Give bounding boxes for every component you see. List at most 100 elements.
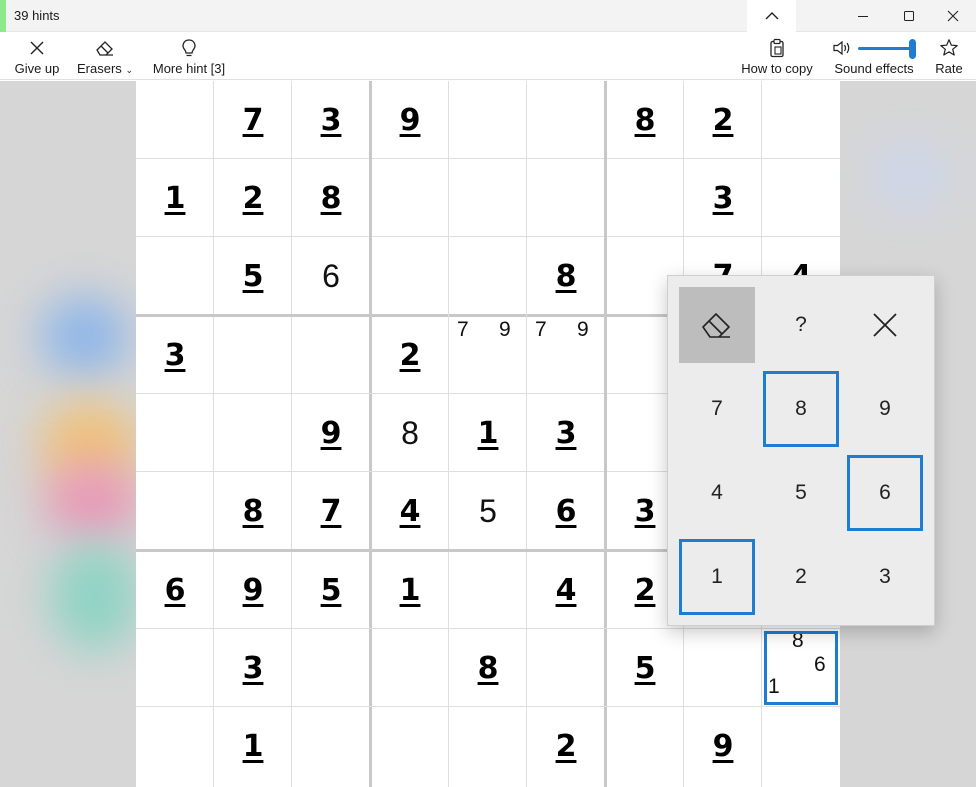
help-key[interactable]: ? [763,287,839,363]
digit-key[interactable]: 2 [763,539,839,615]
sudoku-cell[interactable] [449,237,527,315]
sudoku-cell[interactable]: 1 [214,707,292,785]
given-digit: 1 [164,180,186,216]
close-keypad-key[interactable] [847,287,923,363]
background-blob [50,541,140,651]
sound-effects-control: Sound effects [832,36,916,78]
sudoku-cell[interactable]: 7 [214,81,292,159]
sudoku-cell[interactable]: 9 [292,394,370,472]
sudoku-cell[interactable]: 8 [449,629,527,707]
sudoku-cell[interactable]: 8 [606,81,684,159]
maximize-button[interactable] [886,0,932,32]
sudoku-cell[interactable]: 9 [371,81,449,159]
sudoku-cell[interactable]: 2 [684,81,762,159]
give-up-button[interactable]: Give up [12,36,62,78]
sudoku-cell[interactable]: 8 [214,472,292,550]
volume-track [858,47,914,50]
sudoku-cell[interactable] [762,707,840,785]
sudoku-cell[interactable]: 79 [527,316,605,394]
sudoku-cell[interactable]: 8 [371,394,449,472]
sudoku-cell[interactable]: 5 [292,551,370,629]
sudoku-cell[interactable]: 6 [292,237,370,315]
sudoku-cell[interactable]: 4 [371,472,449,550]
eraser-key[interactable] [679,287,755,363]
sudoku-cell[interactable] [449,551,527,629]
sudoku-cell[interactable] [136,237,214,315]
sudoku-cell[interactable] [449,707,527,785]
digit-key[interactable]: 9 [847,371,923,447]
rate-button[interactable]: Rate [932,36,966,78]
minimize-button[interactable] [840,0,886,32]
sudoku-cell[interactable] [136,629,214,707]
close-icon [873,313,897,337]
sudoku-cell[interactable]: 5 [606,629,684,707]
sudoku-cell[interactable] [606,707,684,785]
sudoku-cell[interactable] [527,159,605,237]
digit-key[interactable]: 5 [763,455,839,531]
sudoku-cell[interactable]: 8 [527,237,605,315]
sudoku-cell[interactable]: 3 [136,316,214,394]
collapse-toolbar-button[interactable] [747,0,796,32]
sudoku-cell[interactable] [136,707,214,785]
close-window-button[interactable] [930,0,976,32]
how-to-copy-button[interactable]: How to copy [738,36,816,78]
sudoku-cell[interactable]: 3 [214,629,292,707]
sudoku-cell[interactable] [371,237,449,315]
more-hint-button[interactable]: More hint [3] [150,36,228,78]
sudoku-cell[interactable] [762,159,840,237]
sudoku-cell[interactable] [606,159,684,237]
sudoku-cell[interactable]: 79 [449,316,527,394]
sudoku-cell[interactable] [292,316,370,394]
sudoku-cell[interactable] [136,81,214,159]
sudoku-cell[interactable]: 9 [684,707,762,785]
speaker-icon[interactable] [832,39,852,57]
sudoku-cell[interactable]: 6 [527,472,605,550]
sudoku-cell[interactable]: 2 [214,159,292,237]
sudoku-cell[interactable] [214,394,292,472]
volume-thumb[interactable] [909,39,916,59]
sudoku-cell[interactable]: 5 [214,237,292,315]
number-keypad-popup: ? 7 8 9 4 5 6 1 2 3 [667,275,935,626]
sudoku-cell[interactable] [684,629,762,707]
sudoku-cell[interactable]: 1 [371,551,449,629]
sudoku-cell[interactable] [527,81,605,159]
sudoku-cell[interactable] [371,707,449,785]
sudoku-cell[interactable] [449,159,527,237]
sudoku-cell[interactable]: 3 [684,159,762,237]
close-icon [30,41,44,55]
sudoku-cell[interactable]: 3 [527,394,605,472]
given-digit: 7 [242,102,264,138]
digit-key[interactable]: 8 [763,371,839,447]
volume-slider[interactable] [858,39,916,59]
sudoku-cell[interactable]: 9 [214,551,292,629]
sudoku-cell[interactable] [762,81,840,159]
digit-key[interactable]: 4 [679,455,755,531]
sudoku-cell[interactable] [214,316,292,394]
sudoku-cell[interactable] [292,707,370,785]
selected-cell-outline [764,631,838,705]
sudoku-cell[interactable] [136,394,214,472]
digit-key[interactable]: 6 [847,455,923,531]
sudoku-cell[interactable]: 2 [527,707,605,785]
sudoku-cell[interactable]: 4 [527,551,605,629]
sudoku-cell[interactable]: 8 [292,159,370,237]
sudoku-cell[interactable]: 2 [371,316,449,394]
sudoku-cell[interactable] [371,159,449,237]
given-digit: 2 [242,180,264,216]
sudoku-cell[interactable]: 1 [136,159,214,237]
sudoku-cell[interactable] [136,472,214,550]
sudoku-cell[interactable]: 7 [292,472,370,550]
sudoku-cell[interactable]: 5 [449,472,527,550]
sudoku-cell[interactable]: 3 [292,81,370,159]
sudoku-cell[interactable] [371,629,449,707]
digit-key[interactable]: 1 [679,539,755,615]
window-accent [0,0,6,32]
digit-key[interactable]: 7 [679,371,755,447]
sudoku-cell[interactable] [292,629,370,707]
sudoku-cell[interactable]: 1 [449,394,527,472]
digit-key[interactable]: 3 [847,539,923,615]
sudoku-cell[interactable] [527,629,605,707]
sudoku-cell[interactable]: 6 [136,551,214,629]
erasers-menu-button[interactable]: Erasers ⌄ [76,36,134,78]
sudoku-cell[interactable] [449,81,527,159]
